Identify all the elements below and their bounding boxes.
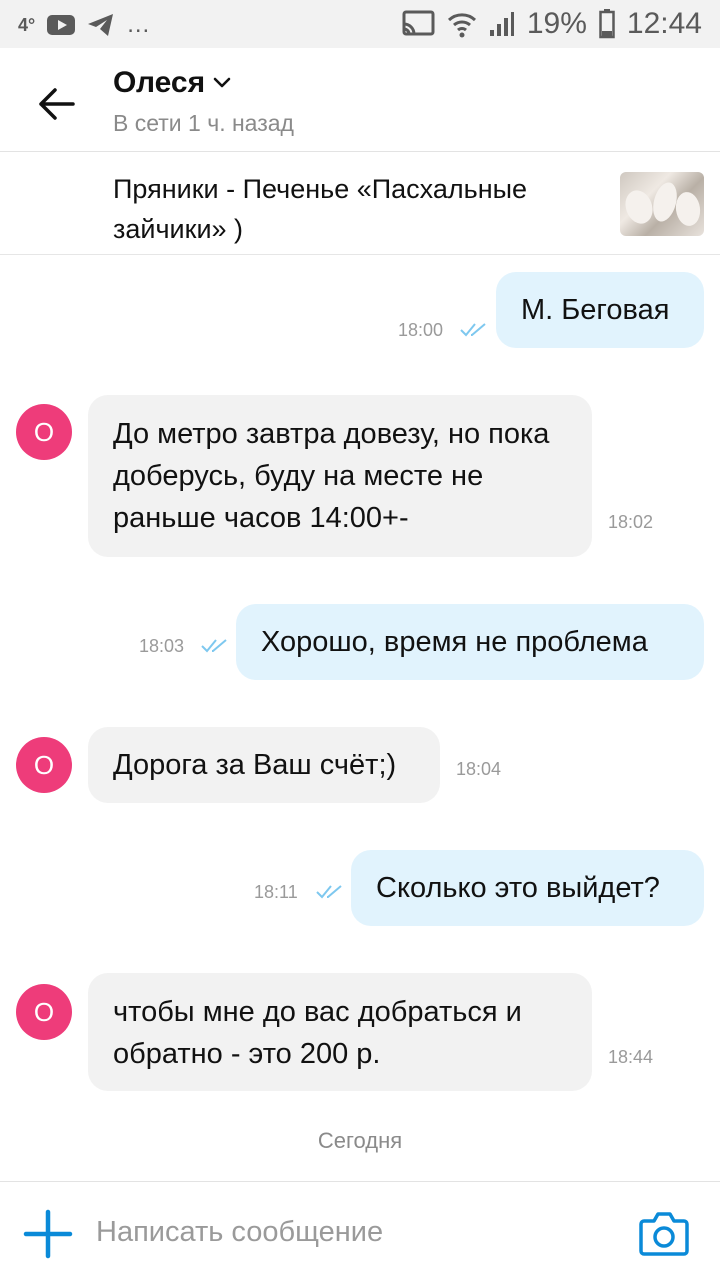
- temperature-indicator: 4°: [18, 14, 36, 35]
- message-text: До метро завтра довезу, но пока доберусь…: [113, 418, 550, 534]
- signal-icon: [489, 12, 514, 36]
- avatar[interactable]: О: [16, 404, 72, 460]
- day-separator: Сегодня: [317, 1128, 403, 1153]
- avatar[interactable]: О: [16, 737, 72, 793]
- message-bubble[interactable]: М. Беговая: [496, 272, 704, 348]
- message-bubble[interactable]: Сколько это выйдет?: [351, 850, 704, 926]
- clock: 12:44: [626, 7, 702, 40]
- message-text: М. Беговая: [521, 294, 670, 326]
- message-bubble[interactable]: До метро завтра довезу, но пока доберусь…: [88, 395, 592, 557]
- more-notifications-indicator: ...: [127, 11, 151, 38]
- message-outgoing: 18:00 М. Беговая: [0, 272, 720, 348]
- camera-icon[interactable]: [638, 1209, 690, 1257]
- contact-name-button[interactable]: Олеся: [113, 66, 231, 100]
- avatar[interactable]: О: [16, 984, 72, 1040]
- chevron-down-icon: [213, 77, 231, 88]
- message-bubble[interactable]: Дорога за Ваш счёт;): [88, 727, 440, 803]
- double-check-icon: [201, 639, 227, 653]
- message-incoming: О Дорога за Ваш счёт;) 18:04: [0, 727, 720, 803]
- message-outgoing: 18:03 Хорошо, время не проблема: [0, 604, 720, 680]
- status-bar: 4° ... 19% 12:44: [0, 0, 720, 48]
- battery-percent: 19%: [526, 7, 587, 40]
- telegram-icon: [88, 14, 114, 36]
- wifi-icon: [447, 13, 476, 38]
- message-text: чтобы мне до вас добраться и обратно - э…: [113, 996, 522, 1070]
- message-input[interactable]: [96, 1208, 616, 1256]
- message-outgoing: 18:11 Сколько это выйдет?: [0, 850, 720, 926]
- message-bubble[interactable]: чтобы мне до вас добраться и обратно - э…: [88, 973, 592, 1091]
- message-composer: [0, 1181, 720, 1280]
- message-incoming: О До метро завтра довезу, но пока доберу…: [0, 395, 720, 557]
- message-time: 18:11: [254, 882, 298, 902]
- listing-thumbnail[interactable]: [620, 172, 704, 236]
- status-bar-right: 19% 12:44: [401, 6, 702, 42]
- arrow-left-icon: [39, 88, 75, 120]
- message-incoming: О чтобы мне до вас добраться и обратно -…: [0, 973, 720, 1091]
- message-text: Дорога за Ваш счёт;): [113, 749, 397, 781]
- chat-header: Олеся В сети 1 ч. назад: [0, 48, 720, 152]
- listing-title: Пряники - Печенье «Пасхальные зайчики» ): [113, 174, 528, 244]
- contact-name: Олеся: [113, 66, 206, 99]
- listing-card[interactable]: Пряники - Печенье «Пасхальные зайчики» ): [0, 153, 720, 255]
- double-check-icon: [460, 323, 486, 337]
- message-time: 18:00: [398, 320, 444, 340]
- double-check-icon: [316, 885, 342, 899]
- message-time: 18:02: [608, 512, 654, 532]
- battery-icon: [599, 9, 615, 39]
- status-bar-left: 4° ...: [18, 10, 150, 40]
- message-time: 18:03: [139, 636, 185, 656]
- cast-icon: [402, 10, 435, 36]
- message-text: Хорошо, время не проблема: [261, 626, 648, 658]
- message-time: 18:44: [608, 1047, 654, 1067]
- message-bubble[interactable]: Хорошо, время не проблема: [236, 604, 704, 680]
- youtube-icon: [47, 15, 76, 35]
- message-time: 18:04: [456, 759, 502, 779]
- contact-status: В сети 1 ч. назад: [113, 110, 294, 136]
- back-button[interactable]: [30, 78, 82, 130]
- message-list[interactable]: 18:00 М. Беговая О До метро завтра довез…: [0, 256, 720, 1180]
- message-text: Сколько это выйдет?: [376, 872, 660, 904]
- plus-icon[interactable]: [22, 1208, 74, 1260]
